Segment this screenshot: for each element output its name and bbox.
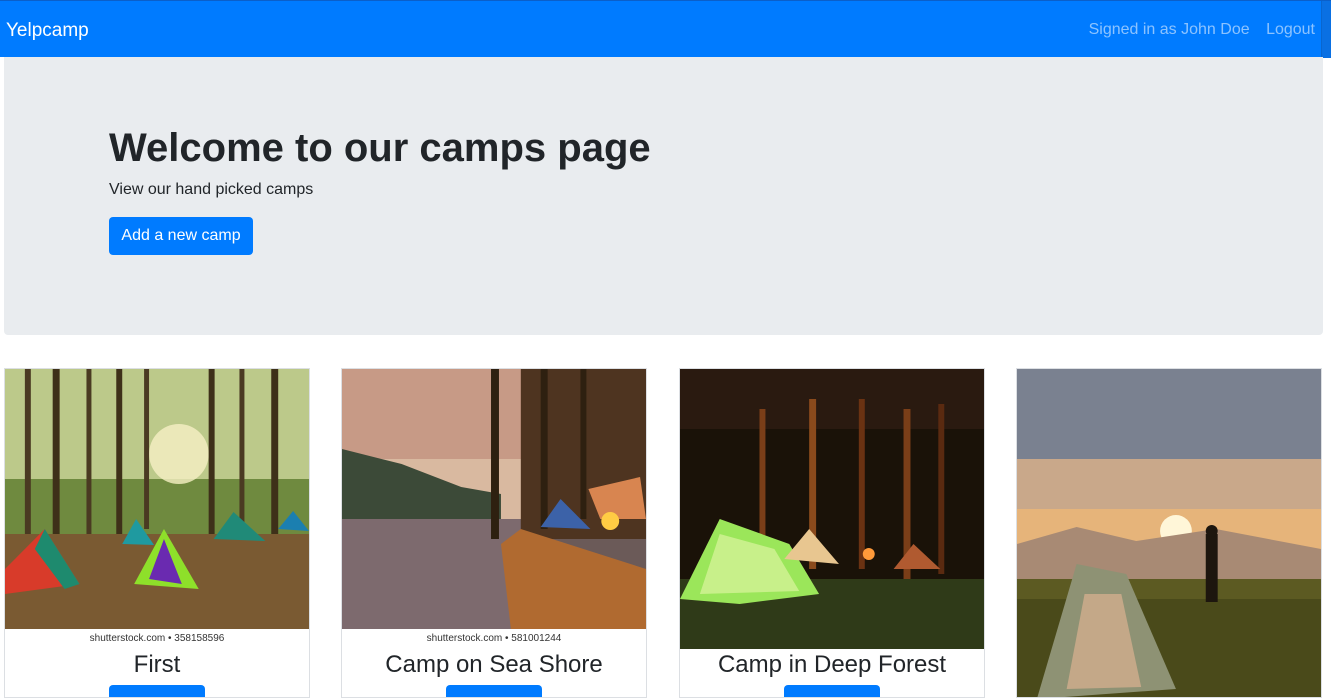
view-camp-button[interactable] (109, 685, 205, 697)
camp-card: Camp in Deep Forest (679, 368, 985, 698)
jumbotron: Welcome to our camps page View our hand … (4, 57, 1323, 335)
add-camp-button[interactable]: Add a new camp (109, 217, 253, 255)
page-subtitle: View our hand picked camps (109, 181, 314, 198)
camp-title: First (133, 651, 181, 678)
camp-image[interactable] (680, 369, 984, 649)
image-credit: shutterstock.com • 581001244 (426, 633, 562, 644)
camp-title: Camp in Deep Forest (717, 651, 947, 678)
camp-image[interactable] (1017, 369, 1321, 698)
camp-card: shutterstock.com • 581001244 Camp on Sea… (341, 368, 647, 698)
camp-title: Camp on Sea Shore (385, 651, 603, 678)
camp-card (1016, 368, 1322, 698)
camp-image[interactable] (342, 369, 646, 629)
image-credit: shutterstock.com • 358158596 (89, 633, 225, 644)
signed-in-text: Signed in as John Doe (1088, 21, 1250, 38)
view-camp-button[interactable] (784, 685, 880, 697)
brand-link[interactable]: Yelpcamp (6, 20, 89, 42)
camp-card: shutterstock.com • 358158596 First (4, 368, 310, 698)
logout-link[interactable]: Logout (1266, 21, 1315, 38)
nav-right: Signed in as John Doe Logout (1089, 21, 1315, 39)
camp-image[interactable] (5, 369, 309, 629)
page-title: Welcome to our camps page (109, 126, 651, 170)
scrollbar[interactable] (1321, 1, 1331, 58)
view-camp-button[interactable] (446, 685, 542, 697)
navbar: Yelpcamp Signed in as John Doe Logout (0, 0, 1331, 58)
